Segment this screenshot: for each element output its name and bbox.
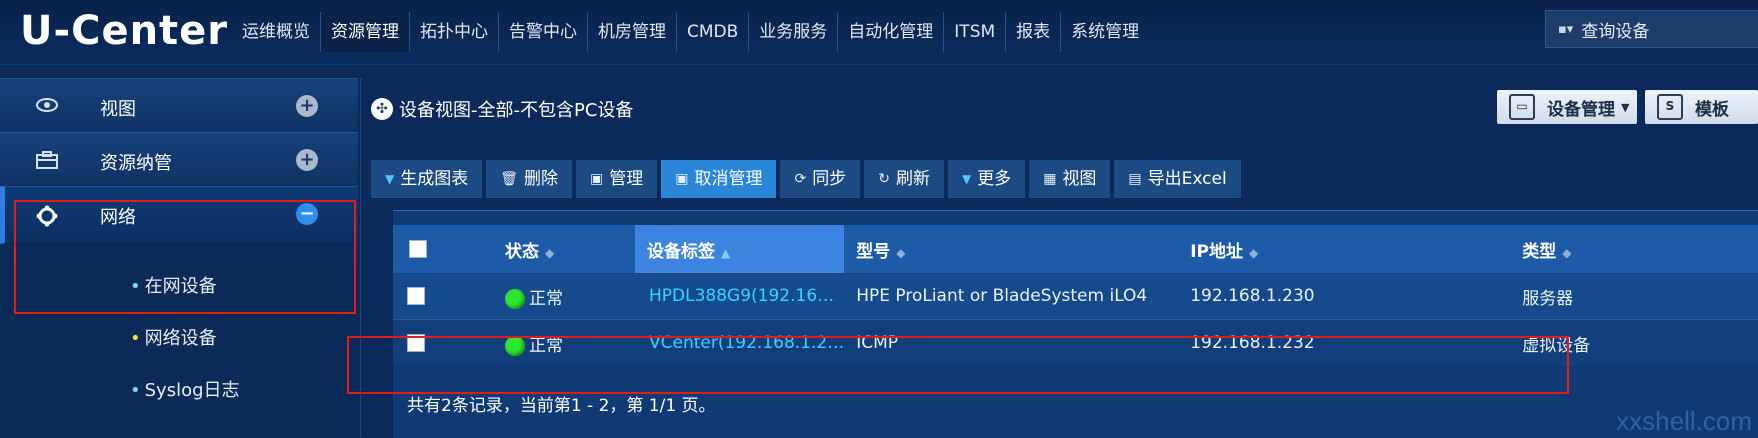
delete-button[interactable]: 🗑 删除 xyxy=(486,160,573,198)
excel-icon: ▤ xyxy=(1128,171,1142,187)
table-row[interactable]: 正常 HPDL388G9(192.16… HPE ProLiant or Bla… xyxy=(393,273,1758,320)
main-panel: ✣ 设备视图-全部-不包含PC设备 ▭ 设备管理 ▼ S 模板 ▼ 生成图表 🗑 删… xyxy=(347,78,1758,438)
column-header-status[interactable]: 状态 ◆ xyxy=(505,225,635,273)
select-all-checkbox[interactable] xyxy=(409,240,427,258)
sidebar-item-view[interactable]: 视图 + xyxy=(0,78,358,136)
device-tag-link[interactable]: HPDL388G9(192.16… xyxy=(649,286,834,306)
sort-icon: ◆ xyxy=(1562,245,1572,260)
nav-item-topology[interactable]: 拓扑中心 xyxy=(410,12,499,52)
device-dropdown-icon[interactable]: ▪▾ xyxy=(1558,22,1573,37)
refresh-icon: ↻ xyxy=(878,171,890,187)
row-checkbox-cell xyxy=(393,273,505,320)
device-search[interactable]: ▪▾ 查询设备 xyxy=(1545,10,1758,48)
more-button[interactable]: ▼ 更多 xyxy=(947,160,1026,198)
column-header-type[interactable]: 类型 ◆ xyxy=(1498,225,1758,273)
briefcase-icon xyxy=(36,151,58,171)
export-excel-button[interactable]: ▤ 导出Excel xyxy=(1114,160,1241,198)
bullet-icon: • xyxy=(130,380,141,401)
refresh-button[interactable]: ↻ 刷新 xyxy=(864,160,944,198)
type-cell: 服务器 xyxy=(1498,273,1758,320)
sort-ascending-icon: ▲ xyxy=(721,245,731,260)
pagination-info: 共有2条记录，当前第1 - 2，第 1/1 页。 xyxy=(407,396,716,416)
monitor-icon: ▭ xyxy=(1509,94,1535,120)
status-cell: 正常 xyxy=(505,273,635,320)
page-title: ✣ 设备视图-全部-不包含PC设备 xyxy=(371,96,633,122)
ip-cell: 192.168.1.230 xyxy=(1166,273,1499,320)
view-button[interactable]: ▦ 视图 xyxy=(1029,160,1111,198)
sort-icon: ◆ xyxy=(545,245,555,260)
nav-item-alarms[interactable]: 告警中心 xyxy=(499,12,588,52)
manage-icon: ▣ xyxy=(590,171,604,187)
sidebar-item-resource-intake[interactable]: 资源纳管 + xyxy=(0,132,358,190)
nav-item-itsm[interactable]: ITSM xyxy=(944,12,1007,52)
sync-button[interactable]: ⟳ 同步 xyxy=(780,160,861,198)
nav-item-business[interactable]: 业务服务 xyxy=(749,12,839,52)
app-logo: U-Center xyxy=(20,8,229,54)
view-icon: ▦ xyxy=(1043,171,1057,187)
nav-item-overview[interactable]: 运维概览 xyxy=(232,12,321,52)
toolbar: ▼ 生成图表 🗑 删除 ▣ 管理 ▣ 取消管理 ⟳ 同步 ↻ 刷新 ▼ 更多 ▦ 视图 ▤ 导出E… xyxy=(371,160,1241,198)
tab-template[interactable]: S 模板 xyxy=(1645,90,1758,124)
expand-icon[interactable]: + xyxy=(296,95,318,117)
bullet-icon: • xyxy=(130,328,141,349)
nav-item-reports[interactable]: 报表 xyxy=(1006,12,1062,52)
nav-item-cmdb[interactable]: CMDB xyxy=(677,12,750,52)
view-icon: ✣ xyxy=(371,98,393,120)
trash-icon: 🗑 xyxy=(500,171,519,187)
nav-item-system[interactable]: 系统管理 xyxy=(1061,12,1149,52)
sidebar-subitem-network-devices[interactable]: • 网络设备 xyxy=(130,324,217,350)
sidebar-item-label: 视图 xyxy=(100,99,136,120)
status-ok-icon xyxy=(505,288,525,309)
manage-button[interactable]: ▣ 管理 xyxy=(576,160,658,198)
unmanage-button[interactable]: ▣ 取消管理 xyxy=(661,160,777,198)
sidebar: 视图 + 资源纳管 + 网络 − • 在网设备 • 网络设备 • Syslog日志 xyxy=(0,78,361,437)
watermark: xxshell.com xyxy=(1616,406,1752,436)
sidebar-subitem-syslog[interactable]: • Syslog日志 xyxy=(130,376,240,402)
column-header-model[interactable]: 型号 ◆ xyxy=(844,225,1167,273)
model-cell: HPE ProLiant or BladeSystem iLO4 xyxy=(844,273,1167,320)
sort-icon: ◆ xyxy=(1249,245,1259,260)
generate-chart-button[interactable]: ▼ 生成图表 xyxy=(371,160,483,198)
column-header-ip[interactable]: IP地址 ◆ xyxy=(1166,225,1499,273)
nav-item-datacenter[interactable]: 机房管理 xyxy=(588,12,677,52)
sync-icon: ⟳ xyxy=(794,171,807,187)
select-all-checkbox-cell xyxy=(393,225,505,273)
main-nav: 运维概览 资源管理 拓扑中心 告警中心 机房管理 CMDB 业务服务 自动化管理… xyxy=(232,12,1149,52)
column-header-device-tag[interactable]: 设备标签 ▲ xyxy=(635,225,845,273)
annotation-box xyxy=(347,336,1569,394)
template-icon: S xyxy=(1657,94,1683,120)
device-search-label: 查询设备 xyxy=(1581,21,1650,42)
expand-icon[interactable]: + xyxy=(296,149,318,171)
eye-icon xyxy=(36,97,58,117)
tab-device-management[interactable]: ▭ 设备管理 ▼ xyxy=(1497,90,1637,124)
caret-down-icon: ▼ xyxy=(961,172,972,186)
sidebar-item-label: 资源纳管 xyxy=(100,153,172,174)
annotation-box xyxy=(14,200,356,314)
table-header-row: 状态 ◆ 设备标签 ▲ 型号 ◆ IP地址 ◆ 类型 ◆ xyxy=(393,225,1758,273)
sort-icon: ◆ xyxy=(896,245,906,260)
device-grid: 状态 ◆ 设备标签 ▲ 型号 ◆ IP地址 ◆ 类型 ◆ 正常 HPDL388G9(192… xyxy=(393,210,1758,438)
top-bar: U-Center 运维概览 资源管理 拓扑中心 告警中心 机房管理 CMDB 业… xyxy=(0,0,1758,65)
unmanage-icon: ▣ xyxy=(675,171,689,187)
nav-item-automation[interactable]: 自动化管理 xyxy=(838,12,945,52)
caret-down-icon: ▼ xyxy=(385,172,395,186)
device-tag-cell: HPDL388G9(192.16… xyxy=(635,273,845,320)
row-checkbox[interactable] xyxy=(407,287,425,305)
nav-item-resources[interactable]: 资源管理 xyxy=(321,12,410,52)
chevron-down-icon: ▼ xyxy=(1621,100,1630,114)
